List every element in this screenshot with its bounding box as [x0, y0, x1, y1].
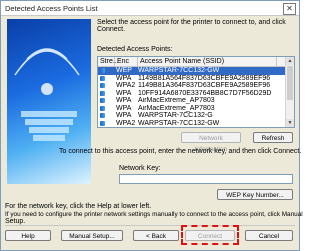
window-title: Detected Access Points List: [5, 4, 98, 13]
list-header: Stre... Enc Access Point Name (SSID): [98, 57, 294, 67]
footer-help-text: For the network key, click the Help at l…: [5, 203, 152, 210]
column-header-strength[interactable]: Stre...: [98, 57, 119, 66]
signal-strength-icon: [100, 113, 105, 118]
encryption-cell: WPA: [116, 97, 132, 104]
ssid-cell: 1149B81A364F837D63CBFE9A2589EF96: [138, 82, 271, 89]
list-item[interactable]: WEP WARPSTAR-7CC132-GW: [98, 67, 294, 75]
encryption-cell: WPA: [116, 112, 132, 119]
encryption-cell: WPA: [116, 104, 132, 112]
close-icon[interactable]: ✕: [283, 3, 296, 15]
ssid-cell: 10FF914A6870E33764BB8C7D7F56D29D: [138, 89, 272, 97]
signal-strength-icon: [100, 75, 105, 81]
list-item[interactable]: WPA2 WARPSTAR-7CC132-GW: [98, 120, 294, 128]
ssid-cell: 1149B81A564F837D63CBFE9A2589EF96: [138, 74, 271, 82]
signal-strength-icon: [100, 90, 105, 96]
encryption-cell: WPA: [116, 74, 132, 82]
signal-strength-icon: [100, 68, 105, 73]
ssid-cell: WARPSTAR-7CC132-GW: [138, 67, 220, 74]
list-item[interactable]: WPA2 1149B81A364F837D63CBFE9A2589EF96: [98, 82, 294, 90]
manual-setup-button[interactable]: Manual Setup...: [61, 230, 123, 241]
encryption-cell: WPA2: [116, 82, 136, 89]
ssid-cell: AirMacExtreme_AP7803: [138, 104, 215, 112]
back-button[interactable]: < Back: [133, 230, 179, 241]
list-item[interactable]: WPA WARPSTAR-7CC132-G: [98, 112, 294, 120]
wep-key-number-button[interactable]: WEP Key Number...: [217, 189, 293, 200]
footer-manual-text: If you need to configure the printer net…: [5, 211, 303, 218]
refresh-button[interactable]: Refresh: [253, 132, 293, 143]
scroll-up-icon[interactable]: ▲: [286, 57, 294, 65]
column-header-ssid[interactable]: Access Point Name (SSID): [138, 57, 277, 66]
access-point-list[interactable]: Stre... Enc Access Point Name (SSID) WEP…: [97, 56, 295, 128]
network-art-icon: [14, 48, 80, 141]
signal-strength-icon: [100, 83, 105, 88]
list-item[interactable]: WPA 1149B81A564F837D63CBFE9A2589EF96: [98, 75, 294, 83]
connect-highlight-box: [181, 225, 239, 245]
signal-strength-icon: [100, 120, 105, 126]
cancel-button[interactable]: Cancel: [245, 230, 293, 241]
title-bar[interactable]: Detected Access Points List ✕: [1, 1, 299, 16]
connect-instruction-text: To connect to this access point, enter t…: [59, 148, 302, 155]
list-item[interactable]: WPA AirMacExtreme_AP7803: [98, 105, 294, 113]
signal-strength-icon: [100, 98, 105, 103]
encryption-cell: WPA2: [116, 119, 136, 127]
dialog-window: Detected Access Points List ✕ Select the…: [0, 0, 303, 251]
column-header-enc[interactable]: Enc: [115, 57, 138, 66]
list-scrollbar[interactable]: ▲ ▼: [285, 57, 294, 127]
encryption-cell: WEP: [116, 67, 132, 74]
ssid-cell: WARPSTAR-7CC132-GW: [138, 119, 220, 127]
instruction-text: Select the access point for the printer …: [97, 19, 286, 33]
network-key-label: Network Key:: [119, 165, 161, 172]
footer-manual-text-end: Setup.: [5, 218, 26, 225]
help-button[interactable]: Help: [5, 230, 51, 241]
printer-illustration: [7, 19, 91, 184]
ssid-cell: AirMacExtreme_AP7803: [138, 97, 215, 104]
scroll-down-icon[interactable]: ▼: [286, 119, 294, 127]
list-item[interactable]: WPA 10FF914A6870E33764BB8C7D7F56D29D: [98, 90, 294, 98]
ssid-cell: WARPSTAR-7CC132-G: [138, 112, 213, 119]
divider: [5, 225, 295, 226]
detected-ap-label: Detected Access Points:: [97, 46, 173, 53]
list-item[interactable]: WPA AirMacExtreme_AP7803: [98, 97, 294, 105]
network-key-field[interactable]: [119, 174, 293, 184]
network-information-button[interactable]: Network Information: [181, 132, 241, 153]
encryption-cell: WPA: [116, 89, 132, 97]
scroll-thumb[interactable]: [287, 66, 293, 100]
signal-strength-icon: [100, 105, 105, 111]
